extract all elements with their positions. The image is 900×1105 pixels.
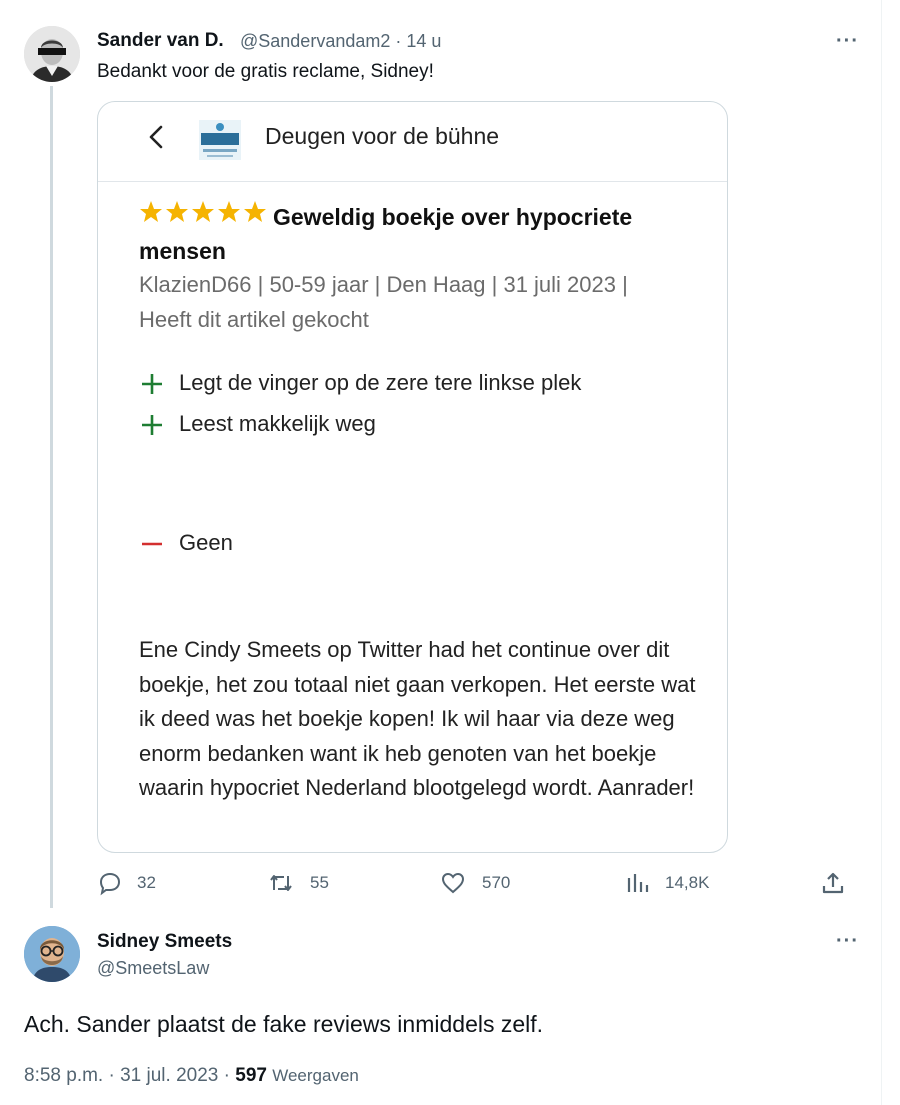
tweet1-text: Bedankt voor de gratis reclame, Sidney! [97,61,434,82]
avatar-sander-image [24,26,80,82]
review-body: Ene Cindy Smeets op Twitter had het cont… [139,637,696,800]
tweet1-separator: · [395,31,402,51]
review-title: Geweldig boekje over hypocriete mensen [139,204,633,264]
tweet1-handle[interactable]: @Sandervandam2 [240,31,390,51]
views-chart-icon [627,874,649,892]
heart-icon [441,872,465,894]
back-chevron-icon[interactable] [144,120,168,154]
pro-text: Legt de vinger op de zere tere linkse pl… [179,370,582,395]
reply-count: 32 [137,873,156,892]
tweet2-handle[interactable]: @SmeetsLaw [97,958,209,979]
retweet-count: 55 [310,873,329,892]
avatar-sander[interactable] [24,26,80,82]
review-product-title: Deugen voor de bühne [265,123,500,149]
review-meta-line1: KlazienD66 | 50-59 jaar | Den Haag | 31 … [139,272,628,297]
pro-text: Leest makkelijk weg [179,411,376,436]
avatar-sidney-image [24,926,80,982]
plus-icon [142,415,162,435]
share-icon [822,872,844,894]
views-count: 14,8K [665,873,710,892]
tweet1-meta: @Sandervandam2 · 14 u [240,31,441,52]
review-app-header: Deugen voor de bühne [98,102,727,182]
timeline-border [881,0,882,1105]
con-text: Geen [179,530,233,555]
tweet2-separator: · [108,1065,115,1086]
like-count: 570 [482,873,511,892]
tweet2-date[interactable]: 31 jul. 2023 [120,1065,218,1086]
quoted-review-card[interactable]: Deugen voor de bühne Geweldig boekje ove… [97,101,728,853]
review-meta: KlazienD66 | 50-59 jaar | Den Haag | 31 … [139,267,699,337]
tweet2-separator: · [223,1065,230,1086]
tweet2-author-name[interactable]: Sidney Smeets [97,931,232,953]
review-meta-line2: Heeft dit artikel gekocht [139,307,369,332]
tweet2-views-label: Weergaven [272,1066,359,1085]
tweet1-author-name[interactable]: Sander van D. [97,30,224,52]
reply-icon [99,872,121,896]
thread-connector-line [50,86,53,908]
minus-icon [142,542,162,546]
tweet2-text: Ach. Sander plaatst de fake reviews inmi… [24,1011,544,1037]
tweet2-time[interactable]: 8:58 p.m. [24,1065,103,1086]
tweet1-time[interactable]: 14 u [406,31,441,51]
tweet1-more-icon[interactable]: ··· [836,30,859,53]
tweet2-views-count: 597 [235,1065,267,1086]
tweet2-more-icon[interactable]: ··· [836,930,859,953]
tweet2-footer: 8:58 p.m. · 31 jul. 2023 · 597 Weergaven [24,1065,359,1087]
plus-icon [142,374,162,394]
retweet-icon [270,875,292,891]
avatar-sidney[interactable] [24,926,80,982]
book-logo [195,116,245,164]
